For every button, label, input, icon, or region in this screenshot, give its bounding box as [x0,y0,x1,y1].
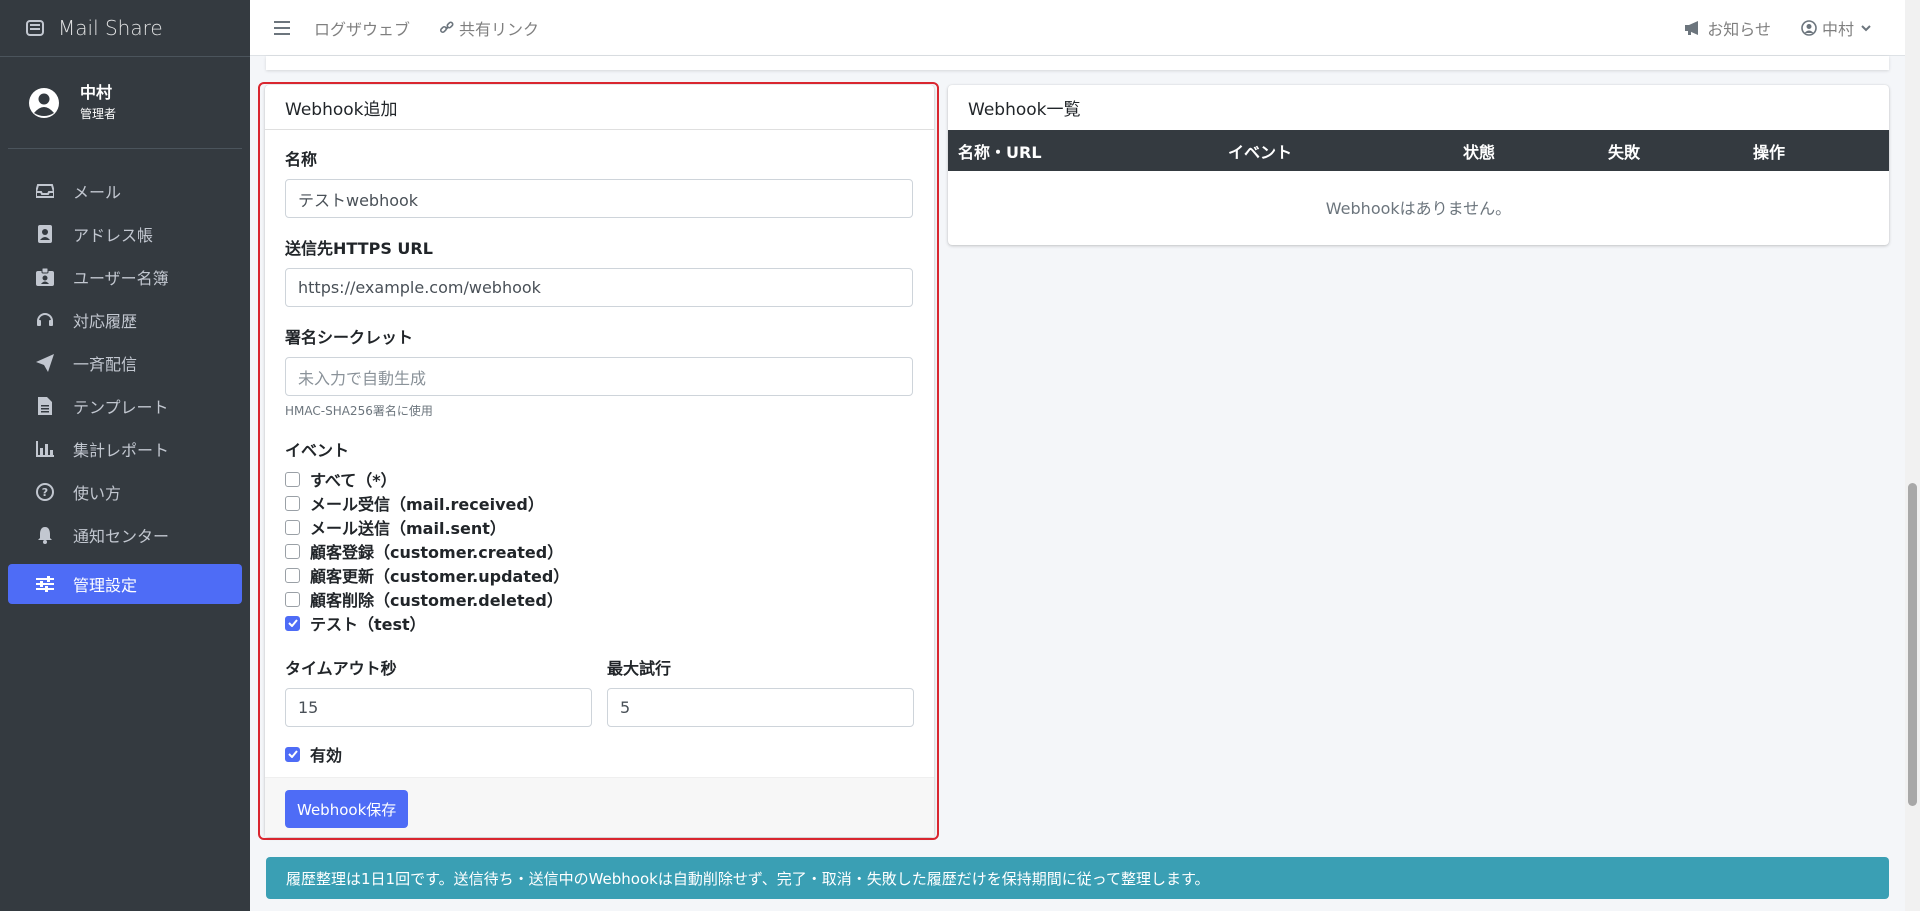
nav-link-label: 共有リンク [459,19,540,39]
bar-chart-icon [35,439,55,459]
sidebar-item-history[interactable]: 対応履歴 [8,298,242,341]
column-header: イベント [1228,142,1293,162]
brand-name: Mail Share [58,16,163,40]
column-header: 操作 [1753,142,1786,162]
sidebar-item-label: ユーザー名簿 [73,268,169,288]
sidebar-item-reports[interactable]: 集計レポート [8,427,242,470]
empty-message: Webhookはありません。 [1325,199,1512,218]
link-icon [440,20,454,33]
vertical-scrollbar[interactable] [1905,0,1920,911]
card-title: Webhook一覧 [968,100,1081,120]
user-menu[interactable]: 中村 [1801,16,1877,40]
sidebar-nav: メール アドレス帳 ユーザー名簿 対応履歴 一斉配信 テンプレート 集計レポート… [0,149,250,604]
inbox-icon [35,181,55,201]
sliders-icon [35,574,55,594]
sidebar-item-label: アドレス帳 [73,225,154,245]
scrollbar-thumb[interactable] [1908,483,1917,806]
megaphone-icon [1685,20,1699,35]
svg-text:?: ? [42,486,48,499]
sidebar-item-broadcast[interactable]: 一斉配信 [8,341,242,384]
column-header: 名称・URL [958,142,1042,162]
sidebar-item-label: メール [73,182,122,202]
sidebar-item-label: 一斉配信 [73,354,138,374]
sidebar-item-mail[interactable]: メール [8,169,242,212]
question-circle-icon: ? [35,482,55,502]
previous-card-edge [266,56,1889,70]
file-icon [35,396,55,416]
user-circle-icon [28,87,60,119]
menu-toggle-icon[interactable] [272,18,292,38]
paper-plane-icon [35,353,55,373]
sidebar-item-label: 通知センター [73,526,170,546]
sidebar-item-templates[interactable]: テンプレート [8,384,242,427]
notifications-label: お知らせ [1707,19,1771,39]
headset-icon [35,310,55,330]
sidebar-item-label: 管理設定 [73,576,138,595]
sidebar-item-admin-settings[interactable]: 管理設定 [8,564,242,604]
column-header: 状態 [1463,142,1496,162]
sidebar-item-notifications[interactable]: 通知センター [8,513,242,556]
nav-link-share[interactable]: 共有リンク [440,16,539,40]
sidebar-item-label: 使い方 [73,483,122,503]
brand[interactable]: Mail Share [0,0,250,57]
top-navbar: ログザウェブ 共有リンク お知らせ 中村 [250,0,1905,56]
webhook-list-card: Webhook一覧 名称・URL イベント 状態 失敗 操作 Webhookはあ… [948,85,1889,245]
sidebar-item-help[interactable]: ? 使い方 [8,470,242,513]
nav-link-logzaweb[interactable]: ログザウェブ [314,16,410,40]
user-role: 管理者 [80,106,117,121]
envelope-open-icon [24,17,46,39]
chevron-down-icon [1861,24,1871,31]
sidebar-item-user-roster[interactable]: ユーザー名簿 [8,255,242,298]
sidebar-item-address-book[interactable]: アドレス帳 [8,212,242,255]
user-menu-label: 中村 [1821,19,1854,39]
user-panel[interactable]: 中村 管理者 [8,57,242,149]
info-alert: 履歴整理は1日1回です。送信待ち・送信中のWebhookは自動削除せず、完了・取… [266,857,1889,899]
id-badge-icon [35,267,55,287]
highlight-outline [258,82,939,840]
sidebar-item-label: 集計レポート [73,440,170,460]
bell-icon [35,525,55,545]
user-circle-icon [1801,19,1817,36]
sidebar-item-label: 対応履歴 [73,311,138,331]
sidebar: Mail Share 中村 管理者 メール アドレス帳 ユーザー名簿 対応履歴 [0,0,250,911]
notifications-link[interactable]: お知らせ [1684,16,1771,40]
address-book-icon [35,224,55,244]
user-name: 中村 [80,82,113,102]
table-header: 名称・URL イベント 状態 失敗 操作 [948,130,1889,171]
sidebar-item-label: テンプレート [73,397,169,417]
column-header: 失敗 [1608,142,1641,162]
